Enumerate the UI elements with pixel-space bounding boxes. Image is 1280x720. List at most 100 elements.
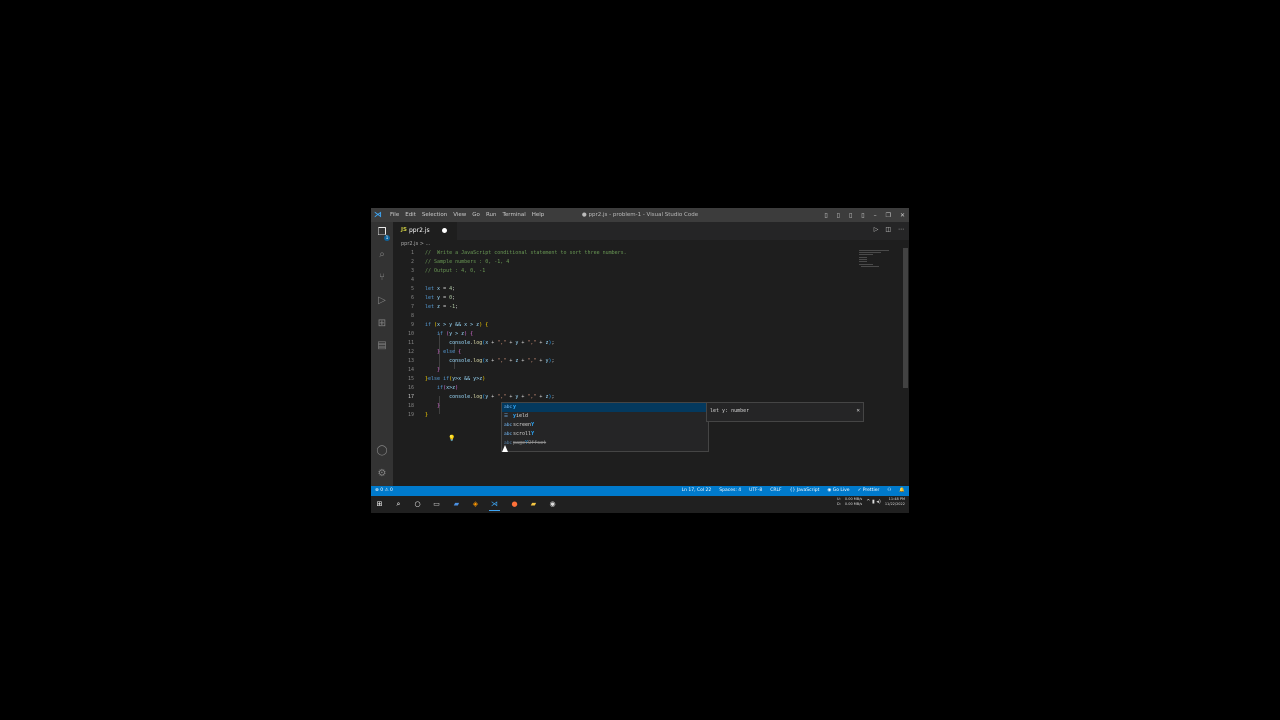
- toggle-primary-sidebar-icon[interactable]: ▯: [824, 212, 827, 219]
- explorer-icon[interactable]: ❐ 1: [375, 226, 390, 241]
- encoding[interactable]: UTF-8: [749, 486, 762, 496]
- menu-view[interactable]: View: [453, 208, 466, 222]
- code-token: ",": [497, 340, 507, 346]
- prettier-status[interactable]: ✓ Prettier: [858, 486, 880, 496]
- feedback-icon[interactable]: ⚇: [887, 486, 891, 496]
- suggestion-item[interactable]: ☰ yield: [502, 412, 708, 421]
- cortana-icon[interactable]: ○: [412, 499, 423, 510]
- vscode-icon[interactable]: ⋊: [489, 499, 500, 511]
- code-token: }: [437, 367, 441, 373]
- suggestion-item[interactable]: abc y: [502, 403, 708, 412]
- suggestion-detail-text: let y: number: [710, 408, 750, 414]
- code-token: console: [449, 358, 471, 364]
- account-icon[interactable]: ◯: [375, 444, 389, 458]
- run-debug-icon[interactable]: ▷: [375, 294, 389, 308]
- testing-icon[interactable]: ▤: [375, 339, 389, 353]
- line-ending[interactable]: CRLF: [770, 486, 781, 496]
- go-live-button[interactable]: ◉ Go Live: [827, 486, 849, 496]
- line-number: 18: [407, 403, 414, 409]
- code-line: let y = 0;: [425, 294, 455, 303]
- suggestion-item[interactable]: abc pageYOffset: [502, 439, 708, 448]
- status-bar: ⊗ 0 ⚠ 0 Ln 17, Col 22 Spaces: 4 UTF-8 CR…: [371, 486, 909, 496]
- task-view-icon[interactable]: ▭: [431, 499, 442, 510]
- code-line: let x = 4;: [425, 285, 455, 294]
- suggestion-match: Y: [531, 431, 535, 437]
- search-icon[interactable]: ⌕: [375, 248, 389, 262]
- line-number: 6: [410, 295, 414, 301]
- net-speed: 0.00 MB/s 0.00 MB/s: [845, 497, 862, 507]
- code-token: if: [437, 331, 447, 337]
- run-code-icon[interactable]: ▷: [874, 226, 879, 233]
- notifications-bell-icon[interactable]: 🔔: [899, 486, 905, 496]
- suggestion-details: let y: number ✕: [706, 402, 864, 422]
- code-token: =: [440, 304, 450, 310]
- menu-file[interactable]: File: [390, 208, 399, 222]
- extensions-icon[interactable]: ⊞: [375, 317, 389, 331]
- close-details-icon[interactable]: ✕: [856, 407, 860, 414]
- minimize-icon[interactable]: –: [874, 212, 877, 219]
- menu-terminal[interactable]: Terminal: [502, 208, 525, 222]
- more-actions-icon[interactable]: ⋯: [898, 226, 904, 233]
- menu-go[interactable]: Go: [472, 208, 480, 222]
- language-mode[interactable]: {} JavaScript: [790, 486, 820, 496]
- suggestion-item[interactable]: abc scrollY: [502, 430, 708, 439]
- taskbar-search-icon[interactable]: ⌕: [393, 499, 404, 510]
- line-number: 11: [407, 340, 414, 346]
- minimap-line: [859, 264, 873, 265]
- vertical-scrollbar[interactable]: [901, 248, 909, 486]
- code-token: ",": [497, 394, 507, 400]
- tray-icons[interactable]: ^ ▮ ◂): [866, 497, 881, 507]
- minimap-line: [861, 266, 879, 267]
- toggle-secondary-sidebar-icon[interactable]: ▯: [849, 212, 852, 219]
- menu-edit[interactable]: Edit: [405, 208, 416, 222]
- github-icon[interactable]: ◉: [547, 499, 558, 510]
- menu-selection[interactable]: Selection: [422, 208, 447, 222]
- unsaved-dot-icon[interactable]: [442, 228, 447, 233]
- firefox-icon[interactable]: ●: [509, 499, 520, 510]
- menu-run[interactable]: Run: [486, 208, 497, 222]
- menu-help[interactable]: Help: [532, 208, 545, 222]
- code-token: =: [440, 286, 450, 292]
- sublime-icon[interactable]: ◈: [470, 499, 481, 510]
- customize-layout-icon[interactable]: ▯: [861, 212, 864, 219]
- code-line: if(x>z): [425, 384, 458, 393]
- code-token: ): [455, 385, 459, 391]
- tab-ppr2-js[interactable]: JS ppr2.js: [393, 222, 457, 240]
- code-line: } else {: [425, 348, 461, 357]
- mouse-pointer-icon: [502, 445, 508, 452]
- indentation[interactable]: Spaces: 4: [719, 486, 741, 496]
- code-token: // Sample numbers : 0, -1, 4: [425, 259, 510, 265]
- restore-icon[interactable]: ❐: [886, 212, 891, 219]
- split-editor-icon[interactable]: ◫: [885, 226, 891, 233]
- variable-icon: abc: [504, 423, 513, 428]
- close-icon[interactable]: ✕: [900, 212, 905, 219]
- toggle-panel-icon[interactable]: ▯: [837, 212, 840, 219]
- suggestion-item[interactable]: abc screenY: [502, 421, 708, 430]
- clock[interactable]: 11:48 PM 11/22/2022: [885, 497, 905, 507]
- code-token: log: [473, 340, 483, 346]
- file-explorer-icon[interactable]: ▰: [528, 499, 539, 510]
- windows-start-icon[interactable]: ⊞: [374, 499, 385, 510]
- suggestion-label: pageYOffset: [513, 439, 546, 448]
- lightbulb-icon[interactable]: 💡: [448, 434, 455, 443]
- source-control-icon[interactable]: ⑂: [375, 271, 389, 285]
- autocomplete-list: abc y ☰ yield abc screenY abc scrollY abc pag…: [501, 402, 709, 452]
- breadcrumb[interactable]: ppr2.js > ...: [401, 240, 430, 248]
- mail-icon[interactable]: ▰: [451, 499, 462, 510]
- line-number-current: 17: [407, 394, 414, 400]
- settings-gear-icon[interactable]: ⚙: [375, 467, 389, 481]
- minimap-line: [859, 252, 881, 253]
- scrollbar-thumb[interactable]: [903, 248, 908, 388]
- minimap[interactable]: [857, 248, 901, 278]
- cursor-position[interactable]: Ln 17, Col 22: [682, 486, 712, 496]
- line-number: 14: [407, 367, 414, 373]
- code-line: }else if(y>x && y>z): [425, 375, 485, 384]
- tab-bar: JS ppr2.js ▷ ◫ ⋯: [393, 222, 909, 240]
- code-token: y>x && y>z: [452, 376, 483, 382]
- suggestion-text: screen: [513, 422, 532, 428]
- problems-indicator[interactable]: ⊗ 0 ⚠ 0: [375, 486, 393, 496]
